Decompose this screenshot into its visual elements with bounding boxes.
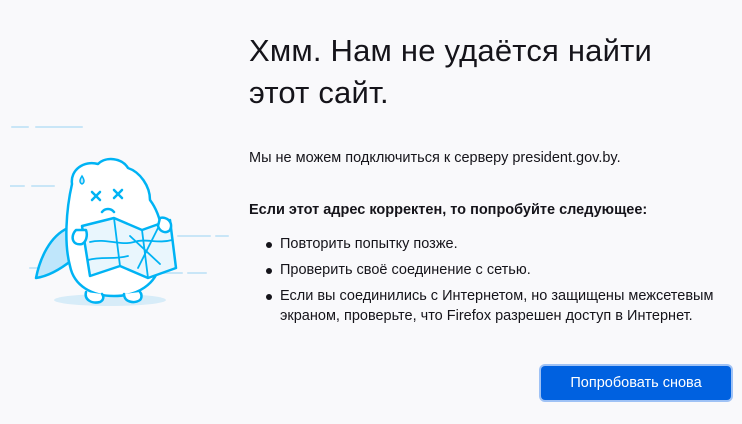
suggestion-text: Повторить попытку позже. bbox=[280, 236, 458, 252]
error-description: Мы не можем подключиться к серверу presi… bbox=[249, 150, 621, 166]
suggestions-heading: Если этот адрес корректен, то попробуйте… bbox=[249, 202, 648, 218]
try-again-button[interactable]: Попробовать снова bbox=[541, 366, 731, 400]
error-page: Хмм. Нам не удаётся найти этот сайт. Мы … bbox=[0, 0, 742, 424]
lost-map-character-icon bbox=[9, 118, 236, 318]
bullet-icon bbox=[266, 294, 272, 300]
suggestion-text: Проверить своё соединение с сетью. bbox=[280, 262, 531, 278]
error-content: Хмм. Нам не удаётся найти этот сайт. Мы … bbox=[249, 30, 719, 332]
suggestions-list: Повторить попытку позже. Проверить своё … bbox=[249, 234, 719, 326]
bullet-icon bbox=[266, 268, 272, 274]
bullet-icon bbox=[266, 242, 272, 248]
list-item: Проверить своё соединение с сетью. bbox=[249, 260, 719, 280]
suggestion-text: Если вы соединились с Интернетом, но защ… bbox=[280, 288, 714, 324]
list-item: Если вы соединились с Интернетом, но защ… bbox=[249, 286, 719, 326]
page-title: Хмм. Нам не удаётся найти этот сайт. bbox=[249, 33, 653, 110]
list-item: Повторить попытку позже. bbox=[249, 234, 719, 254]
